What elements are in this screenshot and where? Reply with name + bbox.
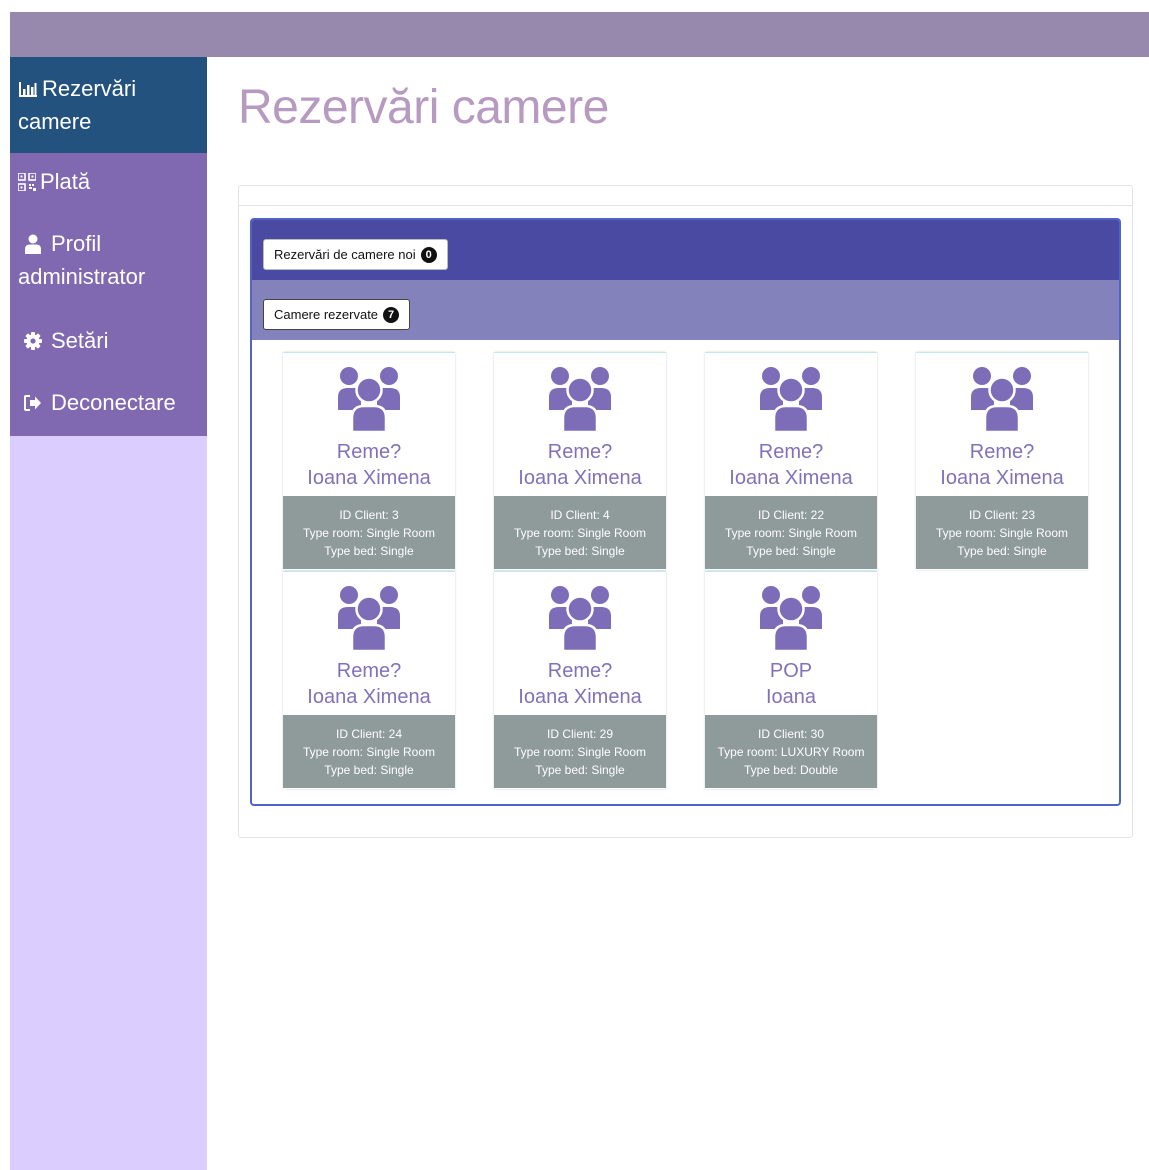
users-group-icon — [760, 366, 822, 434]
gear-icon — [18, 324, 51, 359]
sidebar-item-rezervari-camere[interactable]: Rezervări camere — [10, 57, 207, 153]
sidebar-item-label: Deconectare — [51, 390, 176, 415]
guest-given-name: Ioana Ximena — [307, 467, 431, 489]
bed-type: Type bed: Single — [535, 763, 625, 777]
bed-type: Type bed: Single — [535, 544, 625, 558]
client-id: ID Client: 30 — [757, 727, 825, 741]
card-details: ID Client: 3 Type room: Single Room Type… — [283, 496, 455, 569]
sidebar-nav: Rezervări camere Plată Profil administra… — [10, 57, 207, 436]
new-reservations-label: Rezervări de camere noi — [274, 247, 416, 262]
guest-surname: Reme? — [547, 660, 613, 682]
new-reservations-button[interactable]: Rezervări de camere noi 0 — [263, 239, 448, 270]
guest-name: Reme? Ioana Ximena — [283, 658, 455, 710]
room-type: Type room: LUXURY Room — [717, 745, 865, 759]
guest-name: Reme? Ioana Ximena — [916, 439, 1088, 491]
sidebar-item-label: Plată — [40, 169, 91, 194]
sidebar-item-deconectare[interactable]: Deconectare — [10, 373, 207, 436]
users-group-icon — [760, 585, 822, 653]
guest-surname: Reme? — [969, 441, 1035, 463]
guest-name: Reme? Ioana Ximena — [705, 439, 877, 491]
bed-type: Type bed: Single — [746, 544, 836, 558]
room-type: Type room: Single Room — [935, 526, 1069, 540]
bed-type: Type bed: Double — [743, 763, 839, 777]
guest-surname: Reme? — [336, 660, 402, 682]
client-id: ID Client: 29 — [546, 727, 614, 741]
reserved-rooms-header: Camere rezervate 7 — [252, 280, 1119, 340]
users-group-icon — [549, 366, 611, 434]
card-details: ID Client: 22 Type room: Single Room Typ… — [705, 496, 877, 569]
top-bar — [10, 12, 1149, 57]
guest-given-name: Ioana Ximena — [307, 686, 431, 708]
sidebar-item-plata[interactable]: Plată — [10, 153, 207, 215]
users-group-icon — [549, 585, 611, 653]
reserved-rooms-label: Camere rezervate — [274, 307, 379, 322]
guest-given-name: Ioana Ximena — [729, 467, 853, 489]
logout-icon — [18, 386, 51, 420]
guest-given-name: Ioana — [765, 686, 817, 708]
divider — [239, 205, 1132, 206]
guest-name: Reme? Ioana Ximena — [494, 439, 666, 491]
card-details: ID Client: 29 Type room: Single Room Typ… — [494, 715, 666, 788]
reservation-card[interactable]: Reme? Ioana Ximena ID Client: 24 Type ro… — [283, 571, 455, 789]
client-id: ID Client: 22 — [757, 508, 825, 522]
guest-surname: Reme? — [758, 441, 824, 463]
guest-surname: POP — [769, 660, 813, 682]
sidebar-item-label: Setări — [51, 328, 109, 353]
guest-given-name: Ioana Ximena — [518, 467, 642, 489]
reserved-rooms-button[interactable]: Camere rezervate 7 — [263, 299, 411, 330]
card-details: ID Client: 24 Type room: Single Room Typ… — [283, 715, 455, 788]
guest-given-name: Ioana Ximena — [518, 686, 642, 708]
sidebar-item-setari[interactable]: Setări — [10, 311, 207, 373]
room-type: Type room: Single Room — [302, 745, 436, 759]
guest-surname: Reme? — [547, 441, 613, 463]
room-type: Type room: Single Room — [724, 526, 858, 540]
client-id: ID Client: 24 — [335, 727, 403, 741]
client-id: ID Client: 23 — [968, 508, 1036, 522]
bar-chart-icon — [18, 72, 42, 108]
bed-type: Type bed: Single — [957, 544, 1047, 558]
reservation-card[interactable]: Reme? Ioana Ximena ID Client: 23 Type ro… — [916, 352, 1088, 570]
client-id: ID Client: 4 — [550, 508, 610, 522]
reservation-card[interactable]: Reme? Ioana Ximena ID Client: 22 Type ro… — [705, 352, 877, 570]
card-details: ID Client: 23 Type room: Single Room Typ… — [916, 496, 1088, 569]
reservation-card[interactable]: Reme? Ioana Ximena ID Client: 29 Type ro… — [494, 571, 666, 789]
page-title: Rezervări camere — [238, 81, 609, 134]
guest-name: Reme? Ioana Ximena — [494, 658, 666, 710]
room-type: Type room: Single Room — [302, 526, 436, 540]
sidebar-item-profil-administrator[interactable]: Profil administrator — [10, 215, 207, 311]
sidebar-item-label: Rezervări camere — [18, 76, 137, 134]
new-reservations-header: Rezervări de camere noi 0 — [252, 220, 1119, 280]
users-group-icon — [338, 366, 400, 434]
reserved-rooms-count-badge: 7 — [383, 306, 400, 323]
sidebar: Rezervări camere Plată Profil administra… — [10, 57, 207, 1170]
guest-given-name: Ioana Ximena — [940, 467, 1064, 489]
reservation-card[interactable]: Reme? Ioana Ximena ID Client: 4 Type roo… — [494, 352, 666, 570]
users-group-icon — [971, 366, 1033, 434]
qrcode-icon — [17, 165, 40, 200]
sidebar-item-label: Profil administrator — [18, 231, 146, 289]
client-id: ID Client: 3 — [339, 508, 399, 522]
card-details: ID Client: 30 Type room: LUXURY Room Typ… — [705, 715, 877, 788]
guest-surname: Reme? — [336, 441, 402, 463]
card-details: ID Client: 4 Type room: Single Room Type… — [494, 496, 666, 569]
reservation-card[interactable]: Reme? Ioana Ximena ID Client: 3 Type roo… — [283, 352, 455, 570]
guest-name: POP Ioana — [705, 658, 877, 710]
bed-type: Type bed: Single — [324, 763, 414, 777]
reservation-card[interactable]: POP Ioana ID Client: 30 Type room: LUXUR… — [705, 571, 877, 789]
new-reservations-count-badge: 0 — [420, 246, 437, 263]
room-type: Type room: Single Room — [513, 745, 647, 759]
users-group-icon — [338, 585, 400, 653]
bed-type: Type bed: Single — [324, 544, 414, 558]
room-type: Type room: Single Room — [513, 526, 647, 540]
guest-name: Reme? Ioana Ximena — [283, 439, 455, 491]
user-icon — [18, 227, 51, 263]
